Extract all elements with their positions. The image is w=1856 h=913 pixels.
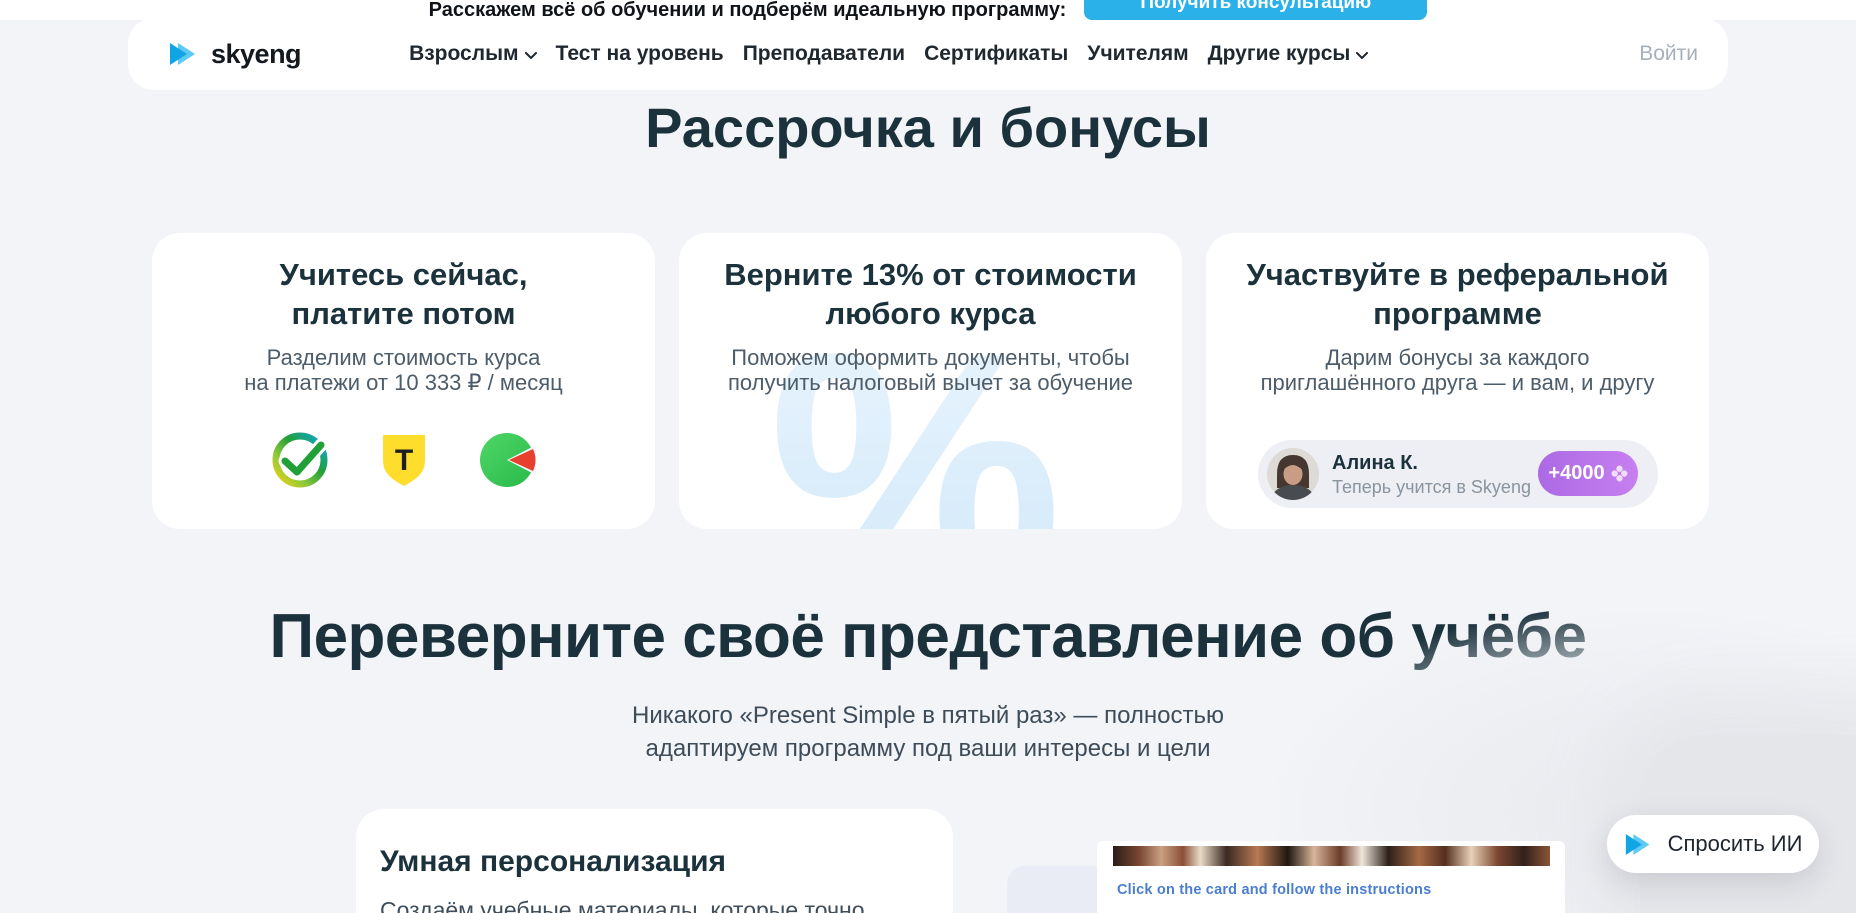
nav-item-level-test[interactable]: Тест на уровень (556, 42, 724, 66)
referral-status: Теперь учится в Skyeng (1332, 476, 1531, 498)
svg-text:Т: Т (394, 444, 412, 477)
demo-caption: Click on the card and follow the instruc… (1117, 882, 1431, 898)
skyeng-logo[interactable]: skyeng (168, 39, 301, 70)
ai-chat-label: Спросить ИИ (1668, 831, 1803, 857)
card-body: Разделим стоимость курса на платежи от 1… (152, 345, 655, 395)
nav-item-teachers[interactable]: Преподаватели (743, 42, 905, 66)
bonus-badge: +4000 (1538, 451, 1638, 496)
card-title: Верните 13% от стоимости любого курса (679, 233, 1182, 333)
bonus-card-referral: Участвуйте в реферальной программе Дарим… (1206, 233, 1709, 529)
demo-photo (1113, 846, 1550, 866)
card-title: Учитесь сейчас, платите потом (152, 233, 655, 333)
nav-item-for-teachers[interactable]: Учителям (1087, 42, 1188, 66)
sberbank-logo-icon (270, 430, 330, 490)
bonus-card-tax-refund: % Верните 13% от стоимости любого курса … (679, 233, 1182, 529)
skyeng-logo-text: skyeng (211, 39, 301, 70)
nav-item-certificates[interactable]: Сертификаты (924, 42, 1068, 66)
referral-name: Алина К. (1332, 451, 1531, 475)
main-nav: skyeng Взрослым Тест на уровень Преподав… (128, 18, 1728, 90)
payment-logos-row: Т (152, 430, 655, 490)
skyeng-ai-icon (1624, 832, 1656, 857)
demo-phone-edge (1007, 866, 1097, 913)
avatar (1267, 448, 1319, 500)
promo-banner: Расскажем всё об обучении и подберём иде… (0, 0, 1856, 20)
chevron-down-icon (1356, 52, 1368, 60)
ai-chat-button[interactable]: Спросить ИИ (1607, 815, 1819, 873)
card-body: Дарим бонусы за каждого приглашённого др… (1206, 345, 1709, 395)
tbank-logo-icon: Т (374, 430, 434, 490)
bonus-card-installments: Учитесь сейчас, платите потом Разделим с… (152, 233, 655, 529)
personalization-body: Создаём учебные материалы, которые точно (380, 895, 929, 913)
nav-links: Взрослым Тест на уровень Преподаватели С… (409, 42, 1368, 66)
promo-banner-text: Расскажем всё об обучении и подберём иде… (429, 0, 1067, 20)
card-body: Поможем оформить документы, чтобы получи… (679, 345, 1182, 395)
percent-watermark: % (769, 304, 1062, 529)
clover-icon (1611, 465, 1628, 482)
get-consultation-button[interactable]: Получить консультацию (1084, 0, 1427, 20)
bonuses-title: Рассрочка и бонусы (0, 96, 1856, 160)
page: Расскажем всё об обучении и подберём иде… (0, 0, 1856, 913)
personalization-card: Умная персонализация Создаём учебные мат… (356, 809, 953, 913)
nav-item-adults[interactable]: Взрослым (409, 42, 536, 66)
chevron-down-icon (525, 52, 537, 60)
card-title: Участвуйте в реферальной программе (1206, 233, 1709, 333)
skyeng-logo-icon (168, 41, 202, 67)
login-button[interactable]: Войти (1639, 42, 1698, 66)
demo-card[interactable]: Click on the card and follow the instruc… (1097, 841, 1565, 913)
watermelon-pay-icon (478, 430, 538, 490)
bonus-badge-label: +4000 (1548, 462, 1604, 485)
personalization-title: Умная персонализация (380, 845, 929, 879)
referral-widget: Алина К. Теперь учится в Skyeng +4000 (1258, 440, 1658, 508)
nav-item-other-courses[interactable]: Другие курсы (1208, 42, 1369, 66)
